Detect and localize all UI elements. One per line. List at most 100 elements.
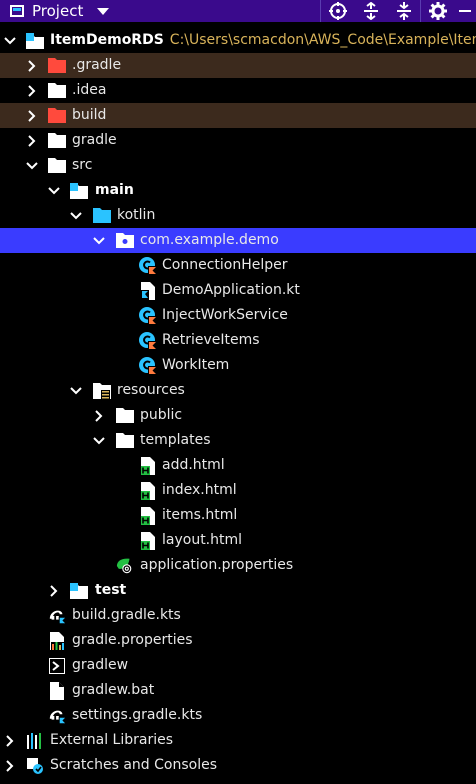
kotlin-class-icon <box>139 303 157 328</box>
tree-row-work-item[interactable]: WorkItem <box>0 353 476 378</box>
scratches-icon <box>26 753 44 778</box>
folder-icon <box>48 78 66 103</box>
html-file-icon <box>139 528 157 553</box>
resources-folder-icon <box>93 378 111 403</box>
tree-row-build-gradle-kts[interactable]: build.gradle.kts <box>0 603 476 628</box>
chevron-down-icon[interactable] <box>93 228 105 253</box>
gear-icon[interactable] <box>421 0 454 22</box>
source-root-folder-icon <box>93 203 111 228</box>
file-label: settings.gradle.kts <box>72 707 203 723</box>
spring-properties-icon <box>116 553 134 578</box>
chevron-down-icon[interactable] <box>26 153 38 178</box>
folder-label: test <box>95 582 127 598</box>
source-set-folder-icon <box>70 578 88 603</box>
tree-row-layout-html[interactable]: layout.html <box>0 528 476 553</box>
excluded-folder-icon <box>48 103 66 128</box>
tree-row-application-properties[interactable]: application.properties <box>0 553 476 578</box>
file-label: InjectWorkService <box>162 307 288 323</box>
folder-label: public <box>140 407 183 423</box>
text-file-icon <box>48 678 66 703</box>
folder-label: .gradle <box>72 57 122 73</box>
chevron-down-icon[interactable] <box>70 378 82 403</box>
file-label: items.html <box>162 507 238 523</box>
kotlin-file-icon <box>139 278 157 303</box>
html-file-icon <box>139 453 157 478</box>
chevron-right-icon[interactable] <box>26 78 38 103</box>
tree-row-add-html[interactable]: add.html <box>0 453 476 478</box>
tree-row-package[interactable]: com.example.demo <box>0 228 476 253</box>
tree-row-gradle-properties[interactable]: gradle.properties <box>0 628 476 653</box>
file-label: ConnectionHelper <box>162 257 288 273</box>
chevron-right-icon[interactable] <box>26 128 38 153</box>
kotlin-class-icon <box>139 353 157 378</box>
root-module-name: ItemDemoRDS <box>50 32 164 48</box>
file-label: add.html <box>162 457 225 473</box>
tree-row-demo-application[interactable]: DemoApplication.kt <box>0 278 476 303</box>
tree-row-resources[interactable]: resources <box>0 378 476 403</box>
module-folder-icon <box>26 28 44 53</box>
excluded-folder-icon <box>48 53 66 78</box>
tree-row-root[interactable]: ItemDemoRDS C:\Users\scmacdon\AWS_Code\Ex… <box>0 28 476 53</box>
package-icon <box>116 228 134 253</box>
chevron-down-icon <box>97 7 110 15</box>
file-label: DemoApplication.kt <box>162 282 300 298</box>
tree-row-test[interactable]: test <box>0 578 476 603</box>
tree-row-main[interactable]: main <box>0 178 476 203</box>
tree-row-gradlew-bat[interactable]: gradlew.bat <box>0 678 476 703</box>
file-label: index.html <box>162 482 237 498</box>
chevron-right-icon[interactable] <box>26 53 38 78</box>
project-view-selector[interactable]: Project <box>0 0 320 22</box>
chevron-right-icon[interactable] <box>4 753 16 778</box>
file-label: build.gradle.kts <box>72 607 181 623</box>
tree-row-index-html[interactable]: index.html <box>0 478 476 503</box>
node-label: Scratches and Consoles <box>50 757 217 773</box>
folder-label: main <box>95 182 134 198</box>
folder-icon <box>48 128 66 153</box>
tree-row-external-libraries[interactable]: External Libraries <box>0 728 476 753</box>
source-set-folder-icon <box>70 178 88 203</box>
html-file-icon <box>139 503 157 528</box>
tree-row-connection-helper[interactable]: ConnectionHelper <box>0 253 476 278</box>
project-window-icon <box>10 5 24 17</box>
chevron-right-icon[interactable] <box>93 403 105 428</box>
folder-label: src <box>72 157 93 173</box>
tree-row-settings-gradle-kts[interactable]: settings.gradle.kts <box>0 703 476 728</box>
folder-icon <box>116 403 134 428</box>
tree-row-idea[interactable]: .idea <box>0 78 476 103</box>
tree-row-build[interactable]: build <box>0 103 476 128</box>
project-title: Project <box>32 2 84 20</box>
chevron-down-icon[interactable] <box>93 428 105 453</box>
folder-label: gradle <box>72 132 117 148</box>
collapse-all-icon[interactable] <box>387 0 420 22</box>
package-label: com.example.demo <box>140 232 279 248</box>
kotlin-class-icon <box>139 328 157 353</box>
chevron-right-icon[interactable] <box>48 578 60 603</box>
html-file-icon <box>139 478 157 503</box>
tree-row-kotlin[interactable]: kotlin <box>0 203 476 228</box>
tree-row-scratches[interactable]: Scratches and Consoles <box>0 753 476 778</box>
chevron-right-icon[interactable] <box>4 728 16 753</box>
chevron-down-icon[interactable] <box>48 178 60 203</box>
tree-row-gradle-hidden[interactable]: .gradle <box>0 53 476 78</box>
tree-row-retrieve-items[interactable]: RetrieveItems <box>0 328 476 353</box>
gradle-kts-icon <box>48 703 66 728</box>
tree-row-public[interactable]: public <box>0 403 476 428</box>
tree-row-templates[interactable]: templates <box>0 428 476 453</box>
file-label: layout.html <box>162 532 243 548</box>
folder-label: templates <box>140 432 211 448</box>
chevron-down-icon[interactable] <box>70 203 82 228</box>
tree-row-gradlew[interactable]: gradlew <box>0 653 476 678</box>
locate-icon[interactable] <box>321 0 354 22</box>
tree-row-gradle[interactable]: gradle <box>0 128 476 153</box>
folder-label: .idea <box>72 82 107 98</box>
tree-row-items-html[interactable]: items.html <box>0 503 476 528</box>
expand-all-icon[interactable] <box>354 0 387 22</box>
tree-row-src[interactable]: src <box>0 153 476 178</box>
folder-label: resources <box>117 382 185 398</box>
chevron-down-icon[interactable] <box>4 28 16 53</box>
tree-row-inject-work-service[interactable]: InjectWorkService <box>0 303 476 328</box>
folder-icon <box>48 153 66 178</box>
hide-icon[interactable] <box>454 0 476 22</box>
file-label: gradlew <box>72 657 129 673</box>
chevron-right-icon[interactable] <box>26 103 38 128</box>
